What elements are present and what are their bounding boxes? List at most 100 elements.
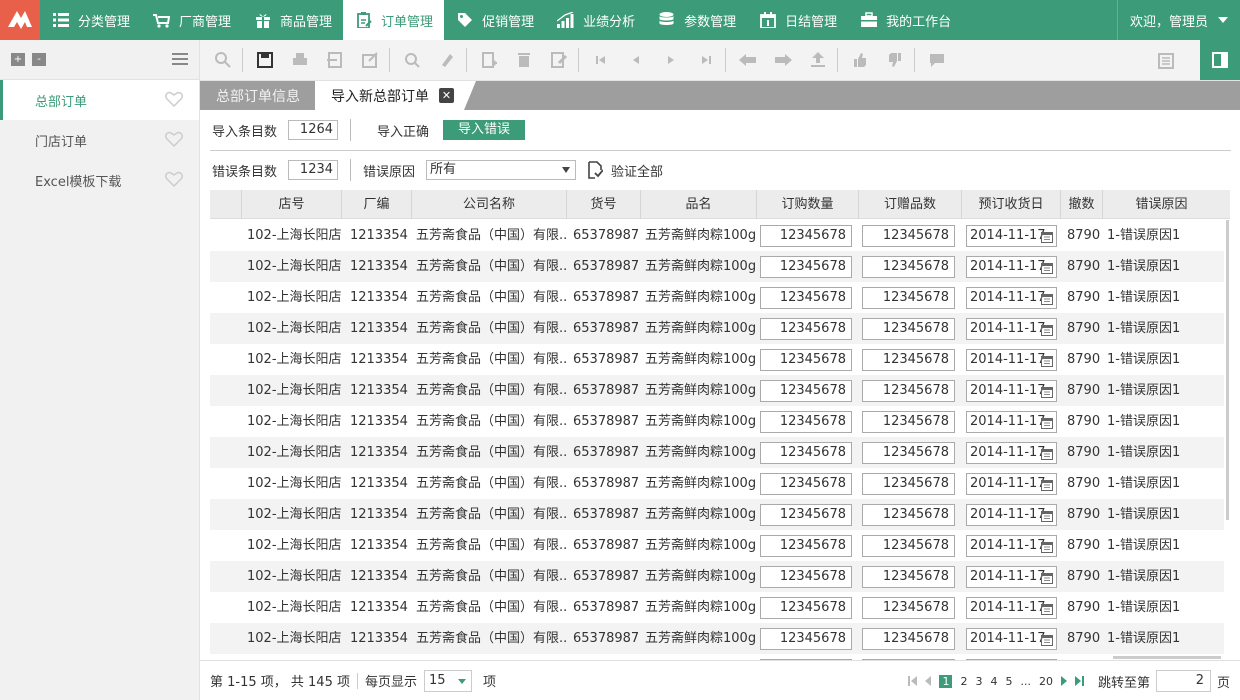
column-header[interactable]: 撤数 [1060, 190, 1102, 219]
order-qty-input[interactable]: 12345678 [760, 349, 852, 371]
calendar-icon[interactable] [1041, 261, 1053, 281]
add-file-icon[interactable] [476, 47, 502, 73]
delivery-date-picker[interactable]: 2014-11-17 [966, 225, 1057, 247]
thumbs-up-icon[interactable] [847, 47, 873, 73]
column-header[interactable]: 订购数量 [756, 190, 858, 219]
calendar-icon[interactable] [1041, 540, 1053, 560]
last-page-icon[interactable] [1074, 676, 1084, 686]
sidebar-item[interactable]: 总部订单 [0, 80, 199, 120]
delivery-date-picker[interactable]: 2014-11-17 [966, 349, 1057, 371]
gift-qty-input[interactable]: 12345678 [862, 628, 955, 650]
calendar-icon[interactable] [1041, 633, 1053, 653]
page-number[interactable]: 4 [990, 675, 997, 688]
column-header[interactable]: 错误原因 [1102, 190, 1220, 219]
delivery-date-picker[interactable]: 2014-11-17 [966, 256, 1057, 278]
nav-item[interactable]: 我的工作台 [848, 0, 962, 40]
calendar-icon[interactable] [1041, 478, 1053, 498]
delivery-date-picker[interactable]: 2014-11-17 [966, 411, 1057, 433]
jump-page-input[interactable]: 2 [1155, 670, 1211, 692]
close-icon[interactable]: ✕ [439, 88, 454, 103]
first-page-icon[interactable] [908, 676, 918, 686]
gift-qty-input[interactable]: 12345678 [862, 256, 955, 278]
delivery-date-picker[interactable]: 2014-11-17 [966, 318, 1057, 340]
nav-item[interactable]: 促销管理 [444, 0, 545, 40]
column-header[interactable]: 品名 [640, 190, 756, 219]
import-ok-tab[interactable]: 导入正确 [363, 121, 443, 140]
error-count-field[interactable]: 1234 [288, 160, 339, 180]
edit-icon[interactable] [546, 47, 572, 73]
table-row[interactable]: 102-上海长阳店 1213354 五芳斋食品（中国）有限... 65378987 五芳… [210, 344, 1224, 375]
table-row[interactable]: 102-上海长阳店 1213354 五芳斋食品（中国）有限... 65378987 五芳… [210, 592, 1224, 623]
expand-all-button[interactable]: + [11, 53, 25, 66]
calendar-icon[interactable] [1041, 447, 1053, 467]
trash-icon[interactable] [511, 47, 537, 73]
column-header[interactable]: 店号 [241, 190, 341, 219]
table-row[interactable]: 102-上海长阳店 1213354 五芳斋食品（中国）有限... 65378987 五芳… [210, 530, 1224, 561]
upload-icon[interactable] [805, 47, 831, 73]
menu-icon[interactable] [172, 53, 188, 68]
table-row[interactable]: 102-上海长阳店 1213354 五芳斋食品（中国）有限... 65378987 五芳… [210, 251, 1224, 282]
calendar-icon[interactable] [1041, 292, 1053, 312]
sidebar-item[interactable]: 门店订单 [0, 120, 199, 160]
export-icon[interactable] [357, 47, 383, 73]
gift-qty-input[interactable]: 12345678 [862, 566, 955, 588]
order-qty-input[interactable]: 12345678 [760, 411, 852, 433]
table-row[interactable]: 102-上海长阳店 1213354 五芳斋食品（中国）有限... 65378987 五芳… [210, 561, 1224, 592]
gift-qty-input[interactable]: 12345678 [862, 411, 955, 433]
nav-item[interactable]: 厂商管理 [141, 0, 242, 40]
print-icon[interactable] [287, 47, 313, 73]
table-row[interactable]: 102-上海长阳店 1213354 五芳斋食品（中国）有限... 65378987 五芳… [210, 468, 1224, 499]
tab-import-hq-order[interactable]: 导入新总部订单 ✕ [315, 81, 476, 110]
eraser-icon[interactable] [434, 47, 460, 73]
user-menu[interactable]: 欢迎，管理员 [1116, 0, 1240, 40]
page-number[interactable]: 1 [939, 674, 953, 688]
order-qty-input[interactable]: 12345678 [760, 473, 852, 495]
heart-icon[interactable] [165, 171, 183, 188]
nav-item[interactable]: 业绩分析 [545, 0, 646, 40]
search-icon[interactable] [399, 47, 425, 73]
delivery-date-picker[interactable]: 2014-11-17 [966, 628, 1057, 650]
calendar-icon[interactable] [1041, 416, 1053, 436]
last-icon[interactable] [693, 47, 719, 73]
column-header[interactable]: 订赠品数 [858, 190, 961, 219]
heart-icon[interactable] [165, 131, 183, 148]
table-row[interactable]: 102-上海长阳店 1213354 五芳斋食品（中国）有限... 65378987 五芳… [210, 282, 1224, 313]
next-page-icon[interactable] [1060, 676, 1067, 686]
heart-icon[interactable] [165, 91, 183, 108]
table-row[interactable]: 102-上海长阳店 1213354 五芳斋食品（中国）有限... 65378987 五芳… [210, 406, 1224, 437]
import-error-tab[interactable]: 导入错误 [443, 120, 526, 140]
delivery-date-picker[interactable]: 2014-11-17 [966, 473, 1057, 495]
arrow-right-icon[interactable] [770, 47, 796, 73]
panel-toggle-button[interactable] [1200, 40, 1240, 80]
gift-qty-input[interactable]: 12345678 [862, 442, 955, 464]
nav-item[interactable]: 参数管理 [646, 0, 747, 40]
page-number[interactable]: 20 [1039, 675, 1053, 688]
save-icon[interactable] [252, 47, 278, 73]
page-number[interactable]: 3 [975, 675, 982, 688]
page-number[interactable]: 5 [1005, 675, 1012, 688]
calendar-icon[interactable] [1041, 323, 1053, 343]
column-header[interactable]: 货号 [566, 190, 640, 219]
vertical-scrollbar[interactable] [1226, 220, 1229, 520]
order-qty-input[interactable]: 12345678 [760, 380, 852, 402]
nav-item[interactable]: 日结管理 [747, 0, 848, 40]
order-qty-input[interactable]: 12345678 [760, 256, 852, 278]
prev-page-icon[interactable] [925, 676, 932, 686]
nav-item[interactable]: 商品管理 [242, 0, 343, 40]
error-reason-select[interactable]: 所有 [426, 160, 577, 180]
gift-qty-input[interactable]: 12345678 [862, 473, 955, 495]
logo[interactable] [0, 0, 40, 40]
table-row[interactable]: 102-上海长阳店 1213354 五芳斋食品（中国）有限... 65378987 五芳… [210, 220, 1224, 251]
order-qty-input[interactable]: 12345678 [760, 628, 852, 650]
delivery-date-picker[interactable]: 2014-11-17 [966, 287, 1057, 309]
calendar-icon[interactable] [1041, 509, 1053, 529]
table-row[interactable]: 102-上海长阳店 1213354 五芳斋食品（中国）有限... 65378987 五芳… [210, 375, 1224, 406]
nav-item[interactable]: 订单管理 [343, 0, 445, 40]
column-header[interactable]: 预订收货日 [961, 190, 1060, 219]
gift-qty-input[interactable]: 12345678 [862, 225, 955, 247]
order-qty-input[interactable]: 12345678 [760, 287, 852, 309]
gift-qty-input[interactable]: 12345678 [862, 318, 955, 340]
order-qty-input[interactable]: 12345678 [760, 504, 852, 526]
gift-qty-input[interactable]: 12345678 [862, 597, 955, 619]
table-row[interactable]: 102-上海长阳店 1213354 五芳斋食品（中国）有限... 65378987 五芳… [210, 437, 1224, 468]
